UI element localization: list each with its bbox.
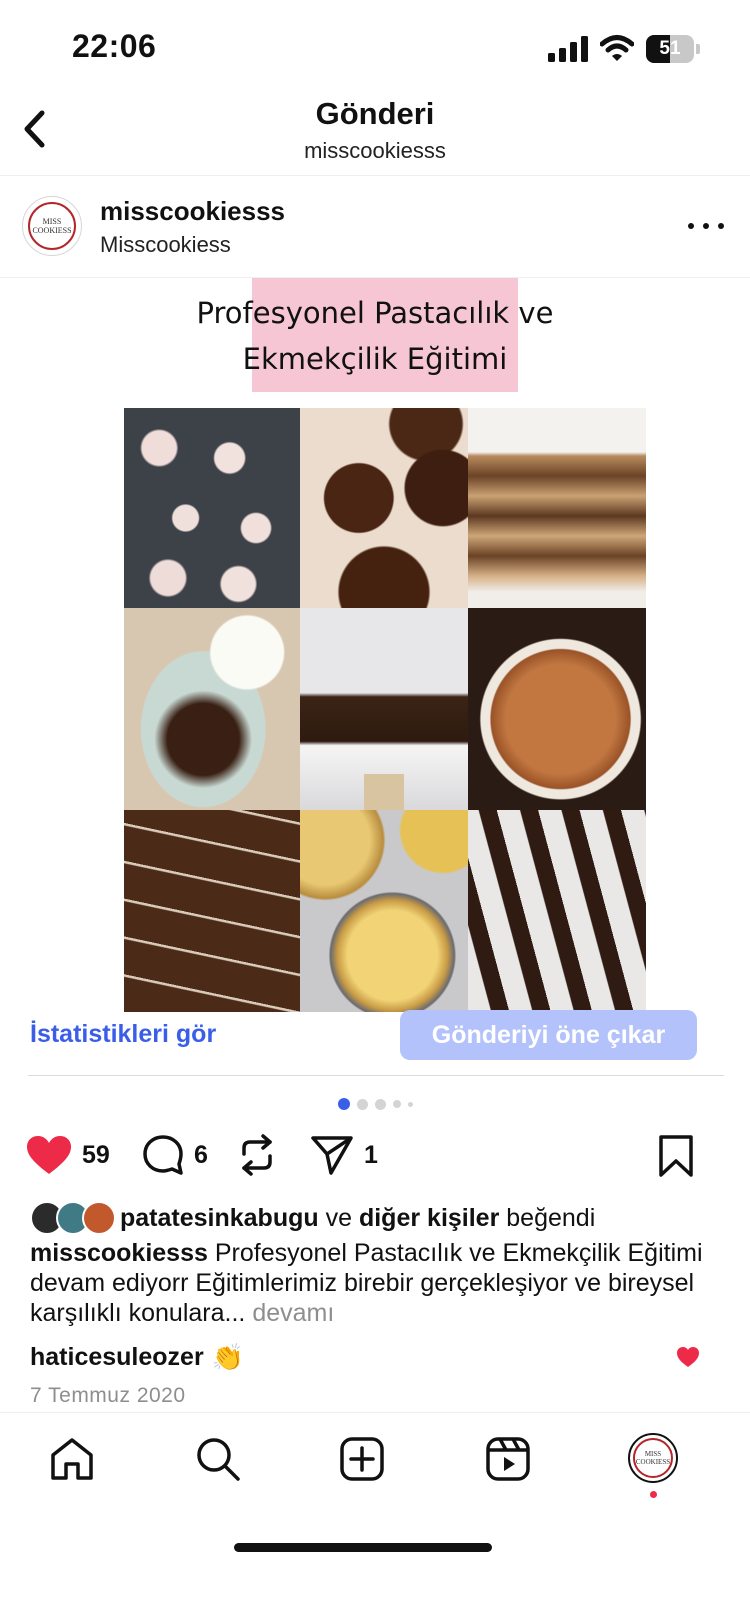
repost-icon xyxy=(242,1134,272,1176)
battery-indicator: 51 xyxy=(646,35,700,63)
comment-icon xyxy=(143,1135,183,1175)
carousel-dot xyxy=(375,1098,386,1110)
carousel-indicator xyxy=(338,1098,413,1110)
more-icon-dot xyxy=(688,223,694,229)
search-icon xyxy=(197,1438,240,1481)
comment-heart-icon[interactable] xyxy=(676,1346,700,1368)
tab-create[interactable] xyxy=(338,1435,386,1483)
create-icon xyxy=(340,1437,384,1481)
repost-action[interactable] xyxy=(238,1128,276,1182)
photo-cheesecake xyxy=(300,810,468,1012)
tab-reels[interactable] xyxy=(484,1435,532,1483)
liked-by-others[interactable]: diğer kişiler xyxy=(359,1204,499,1232)
photo-collage xyxy=(124,408,646,1012)
liker-username[interactable]: patatesinkabugu xyxy=(120,1204,319,1232)
bottom-tab-bar: MISS COOKIESS xyxy=(0,1412,750,1623)
comments-count: 6 xyxy=(194,1140,208,1169)
liker-avatar xyxy=(82,1201,116,1235)
photo-chocolate-bars xyxy=(468,810,646,1012)
liked-by-row[interactable]: patatesinkabugu ve diğer kişiler beğendi xyxy=(30,1198,595,1238)
page-title: Gönderi xyxy=(315,96,435,131)
media-title-line2: Ekmekçilik Eğitimi xyxy=(242,342,508,376)
photo-cinnamon-rolls xyxy=(468,608,646,810)
more-icon-dot xyxy=(718,223,724,229)
avatar[interactable]: MISS COOKIESS xyxy=(22,196,82,256)
more-icon-dot xyxy=(703,223,709,229)
bookmark-icon[interactable] xyxy=(656,1134,696,1178)
liked-by-suffix: beğendi xyxy=(506,1203,596,1232)
carousel-dot xyxy=(338,1098,350,1110)
page-subtitle: misscookiesss xyxy=(304,138,446,163)
post-image[interactable]: Profesyonel Pastacılık ve Ekmekçilik Eği… xyxy=(0,278,750,1018)
comment-username[interactable]: haticesuleozer xyxy=(30,1343,204,1372)
caption-more-link[interactable]: devamı xyxy=(252,1299,334,1327)
nav-header: Gönderi misscookiesss xyxy=(0,92,750,176)
photo-brownie-squares xyxy=(124,810,300,1012)
carousel-dot xyxy=(357,1098,368,1110)
post-actions: 59 6 1 xyxy=(0,1128,750,1182)
reels-icon xyxy=(486,1437,530,1481)
likes-count[interactable]: 59 xyxy=(82,1141,110,1170)
carousel-dot xyxy=(393,1100,401,1108)
status-bar: 22:06 51 xyxy=(0,0,750,100)
battery-percent: 51 xyxy=(659,38,681,59)
comment-action[interactable]: 6 xyxy=(142,1128,208,1182)
more-options-button[interactable] xyxy=(688,216,724,236)
heart-filled-icon xyxy=(27,1136,71,1174)
post-header: MISS COOKIESS misscookiesss Misscookiess xyxy=(0,178,750,278)
photo-cupcakes xyxy=(124,408,300,608)
post-fullname: Misscookiess xyxy=(100,232,231,257)
avatar-logo: MISS COOKIESS xyxy=(28,202,76,250)
photo-layer-cake xyxy=(300,608,468,810)
photo-brownies-milk xyxy=(124,608,300,810)
liker-avatars xyxy=(30,1201,116,1235)
home-indicator xyxy=(234,1543,492,1552)
photo-chocolate-donuts xyxy=(300,408,468,608)
post-username[interactable]: misscookiesss xyxy=(100,196,285,227)
boost-post-button[interactable]: Gönderiyi öne çıkar xyxy=(400,1010,697,1060)
media-title: Profesyonel Pastacılık ve Ekmekçilik Eği… xyxy=(0,290,750,382)
tab-profile[interactable]: MISS COOKIESS xyxy=(628,1433,678,1483)
divider xyxy=(28,1075,724,1076)
tab-home[interactable] xyxy=(48,1435,96,1483)
like-action[interactable]: 59 xyxy=(26,1128,110,1182)
carousel-dot xyxy=(408,1101,413,1107)
caption-username[interactable]: misscookiesss xyxy=(30,1239,208,1267)
profile-avatar: MISS COOKIESS xyxy=(633,1438,673,1478)
status-time: 22:06 xyxy=(72,28,157,64)
shares-count: 1 xyxy=(364,1140,378,1169)
photo-cookie-stack xyxy=(468,408,646,608)
media-title-line1: Profesyonel Pastacılık ve xyxy=(196,296,554,330)
tab-search[interactable] xyxy=(194,1435,242,1483)
wifi-icon xyxy=(600,35,634,61)
post-caption: misscookiesss Profesyonel Pastacılık ve … xyxy=(30,1238,720,1328)
share-action[interactable]: 1 xyxy=(310,1128,378,1182)
view-insights-link[interactable]: İstatistikleri gör xyxy=(30,1016,216,1052)
liked-by-connector: ve xyxy=(325,1203,353,1232)
clapping-hands-emoji: 👏 xyxy=(211,1341,245,1372)
cellular-signal-icon xyxy=(548,36,588,62)
home-icon xyxy=(51,1438,93,1480)
send-icon xyxy=(311,1136,353,1175)
notification-dot xyxy=(650,1491,657,1498)
liked-by-text: patatesinkabugu ve diğer kişiler beğendi xyxy=(120,1204,595,1233)
post-date: 7 Temmuz 2020 xyxy=(30,1384,186,1407)
comment-preview[interactable]: haticesuleozer 👏 xyxy=(30,1340,244,1374)
